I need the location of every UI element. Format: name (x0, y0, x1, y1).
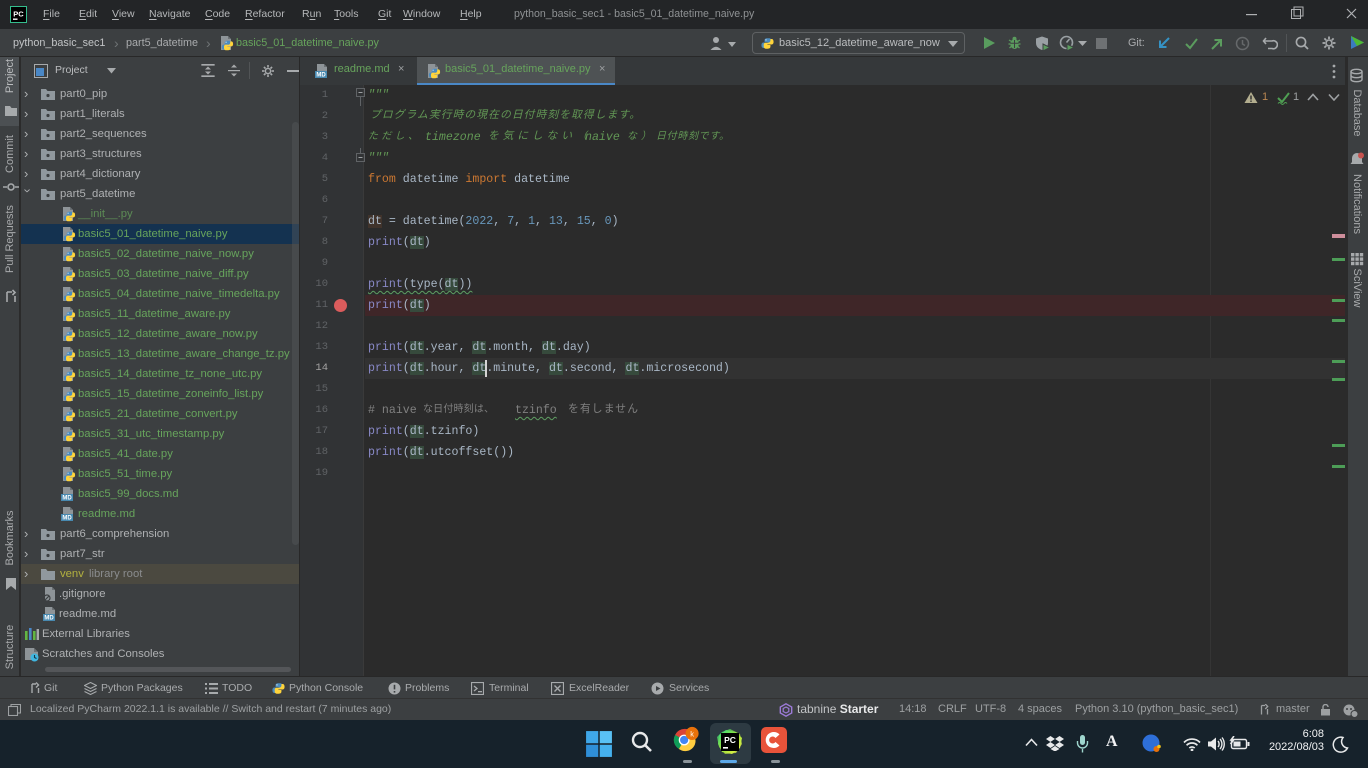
svg-text:PC: PC (13, 10, 24, 19)
svg-text:k: k (690, 729, 694, 738)
svg-text:PC: PC (724, 735, 736, 745)
